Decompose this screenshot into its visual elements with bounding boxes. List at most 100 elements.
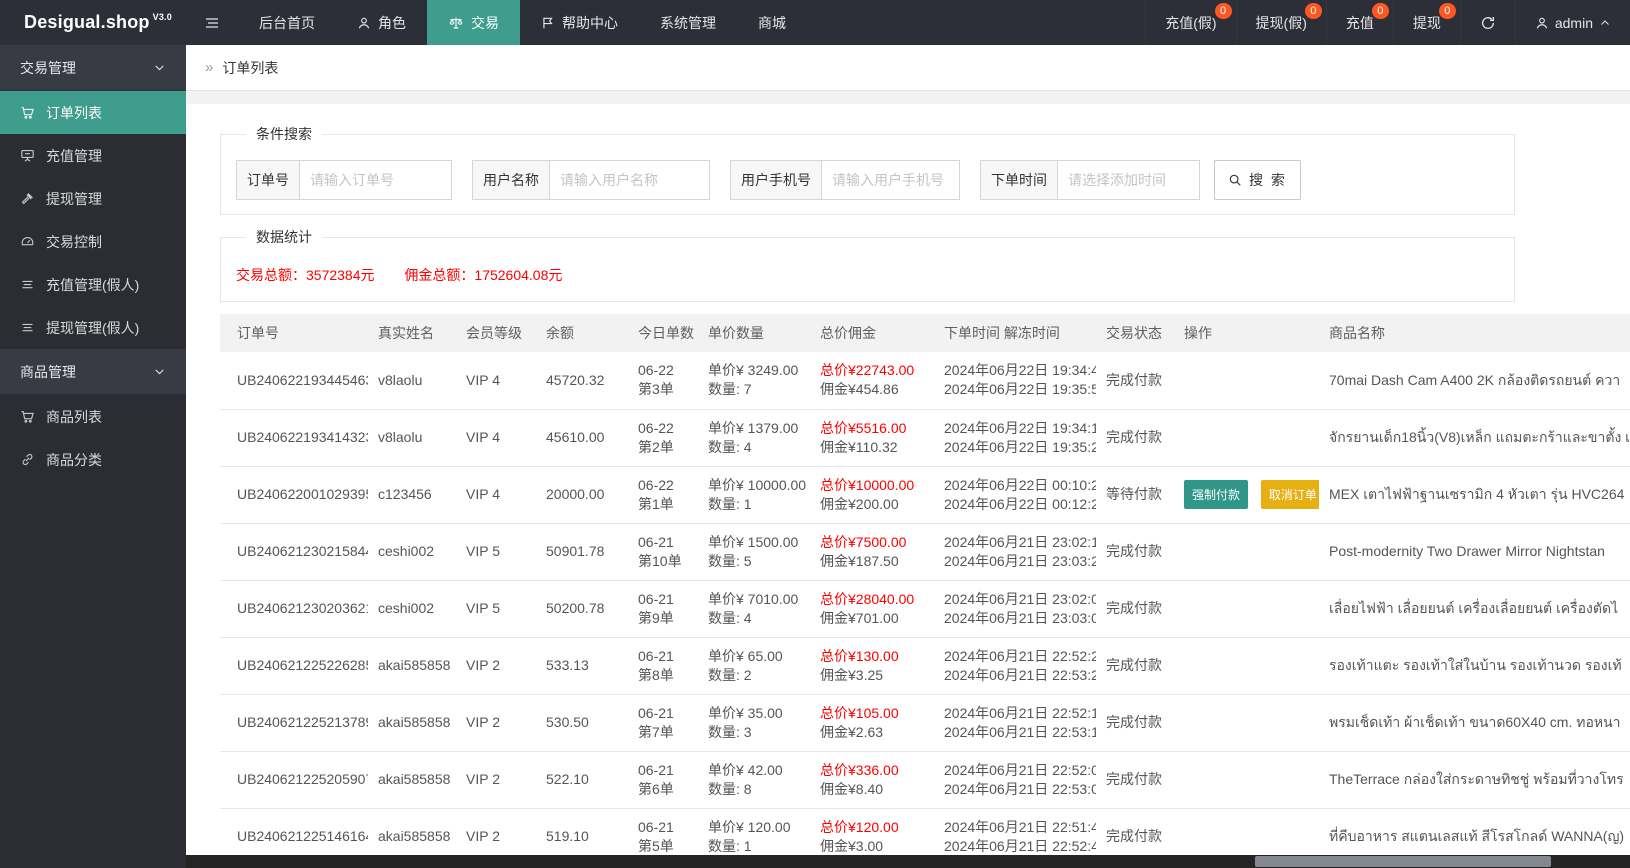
nav-item-roles[interactable]: 角色 xyxy=(336,0,427,45)
sidebar-item-product-category[interactable]: 商品分类 xyxy=(0,438,186,481)
cell-status: 完成付款 xyxy=(1096,751,1174,809)
cancel-order-button[interactable]: 取消订单 xyxy=(1260,480,1319,509)
order-no-input[interactable] xyxy=(300,160,452,200)
cell-product-name: TheTerrace กล่องใส่กระดาษทิชชู่ พร้อมที่… xyxy=(1319,751,1630,809)
table-row: UB2406212252137898 akai585858 VIP 2 530.… xyxy=(220,694,1630,752)
cell-real-name: ceshi002 xyxy=(368,580,456,638)
nav-item-withdraw[interactable]: 提现 0 xyxy=(1392,0,1460,45)
table-row: UB2406221934454633 v8laolu VIP 4 45720.3… xyxy=(220,352,1630,410)
table-row: UB2406212252059070 akai585858 VIP 2 522.… xyxy=(220,751,1630,809)
nav-item-withdraw-fake[interactable]: 提现(假) 0 xyxy=(1235,0,1326,45)
breadcrumb: » 订单列表 xyxy=(186,45,1630,91)
cell-product-name: พรมเช็ดเท้า ผ้าเช็ดเท้า ขนาด60X40 cm. ทอ… xyxy=(1319,694,1630,752)
cell-vip-level: VIP 4 xyxy=(456,466,536,524)
order-time-label: 下单时间 xyxy=(980,160,1058,200)
cell-status: 完成付款 xyxy=(1096,580,1174,638)
user-icon xyxy=(358,17,370,28)
sidebar-item-product-list[interactable]: 商品列表 xyxy=(0,395,186,438)
sidebar: 交易管理 订单列表 充值管理 提现管理 交易控制 充值管理(假人) 提现管理(假… xyxy=(0,45,186,868)
board-icon xyxy=(21,149,34,162)
app-logo-text: Desigual.shop xyxy=(24,12,150,32)
cell-actions xyxy=(1174,694,1319,752)
stats-fieldset: 数据统计 交易总额：3572384元 佣金总额：1752604.08元 xyxy=(220,227,1515,302)
search-button[interactable]: 搜 索 xyxy=(1214,160,1301,200)
cell-real-name: akai585858 xyxy=(368,637,456,695)
recharge-badge: 0 xyxy=(1371,3,1389,19)
cell-times: 2024年06月21日 22:52:26 2024年06月21日 22:53:2… xyxy=(934,637,1096,695)
cell-vip-level: VIP 2 xyxy=(456,637,536,695)
cell-times: 2024年06月21日 23:02:15 2024年06月21日 23:03:2… xyxy=(934,523,1096,581)
sidebar-item-order-list[interactable]: 订单列表 xyxy=(0,91,186,134)
chevron-down-icon xyxy=(155,369,164,375)
order-time-filter: 下单时间 xyxy=(980,160,1200,200)
sidebar-item-recharge-management[interactable]: 充值管理 xyxy=(0,134,186,177)
flag-icon xyxy=(543,17,553,28)
cell-today-orders: 06-21 第6单 xyxy=(628,751,698,809)
sidebar-group-product-management[interactable]: 商品管理 xyxy=(0,349,186,395)
sidebar-item-recharge-management-fake[interactable]: 充值管理(假人) xyxy=(0,263,186,306)
sidebar-item-trade-control[interactable]: 交易控制 xyxy=(0,220,186,263)
nav-item-mall[interactable]: 商城 xyxy=(737,0,807,45)
nav-item-system[interactable]: 系统管理 xyxy=(639,0,737,45)
stats-line: 交易总额：3572384元 佣金总额：1752604.08元 xyxy=(236,265,1499,287)
cell-balance: 45610.00 xyxy=(536,409,628,467)
scrollbar-thumb[interactable] xyxy=(1254,856,1551,867)
cell-total-commission: 总价¥130.00 佣金¥3.25 xyxy=(810,637,934,695)
header-actions: 操作 xyxy=(1174,314,1319,352)
cell-price-qty: 单价¥ 35.00 数量: 3 xyxy=(698,694,810,752)
hamburger-button[interactable] xyxy=(186,0,238,45)
refresh-button[interactable] xyxy=(1459,0,1515,45)
sidebar-group-trade-management[interactable]: 交易管理 xyxy=(0,45,186,91)
cell-order-no: UB2406212302158445 xyxy=(220,523,368,581)
username: admin xyxy=(1554,14,1593,31)
cell-total-commission: 总价¥105.00 佣金¥2.63 xyxy=(810,694,934,752)
order-time-input[interactable] xyxy=(1058,160,1200,200)
cell-real-name: akai585858 xyxy=(368,694,456,752)
user-name-input[interactable] xyxy=(550,160,710,200)
nav-item-recharge[interactable]: 充值 0 xyxy=(1325,0,1393,45)
cell-vip-level: VIP 4 xyxy=(456,352,536,410)
cell-total-commission: 总价¥28040.00 佣金¥701.00 xyxy=(810,580,934,638)
search-fieldset: 条件搜索 订单号 用户名称 用户手机号 下单时间 xyxy=(220,124,1515,215)
force-pay-button[interactable]: 强制付款 xyxy=(1184,480,1249,509)
user-name-label: 用户名称 xyxy=(472,160,550,200)
user-menu[interactable]: admin xyxy=(1514,0,1630,45)
cell-today-orders: 06-21 第7单 xyxy=(628,694,698,752)
content-divider xyxy=(186,91,1630,104)
search-row: 订单号 用户名称 用户手机号 下单时间 搜 索 xyxy=(236,160,1499,200)
table-row: UB2406212252262859 akai585858 VIP 2 533.… xyxy=(220,637,1630,695)
cell-balance: 533.13 xyxy=(536,637,628,695)
cell-total-commission: 总价¥22743.00 佣金¥454.86 xyxy=(810,352,934,410)
cell-real-name: c123456 xyxy=(368,466,456,524)
sidebar-item-withdraw-management-fake[interactable]: 提现管理(假人) xyxy=(0,306,186,349)
cell-times: 2024年06月22日 19:34:14 2024年06月22日 19:35:2… xyxy=(934,409,1096,467)
cell-total-commission: 总价¥7500.00 佣金¥187.50 xyxy=(810,523,934,581)
nav-item-trade[interactable]: 交易 xyxy=(427,0,520,45)
cell-today-orders: 06-21 第8单 xyxy=(628,637,698,695)
cell-status: 完成付款 xyxy=(1096,409,1174,467)
cell-today-orders: 06-22 第3单 xyxy=(628,352,698,410)
horizontal-scrollbar[interactable] xyxy=(186,855,1630,868)
cell-order-no: UB2406212252059070 xyxy=(220,751,368,809)
user-phone-input[interactable] xyxy=(822,160,960,200)
table-header-row: 订单号 真实姓名 会员等级 余额 今日单数 单价数量 总价佣金 下单时间 解冻时… xyxy=(220,314,1630,352)
cell-actions xyxy=(1174,409,1319,467)
nav-item-help-center[interactable]: 帮助中心 xyxy=(520,0,639,45)
table-row: UB2406212302158445 ceshi002 VIP 5 50901.… xyxy=(220,523,1630,581)
cell-today-orders: 06-22 第2单 xyxy=(628,409,698,467)
nav-item-home[interactable]: 后台首页 xyxy=(238,0,336,45)
cell-real-name: v8laolu xyxy=(368,409,456,467)
cart-icon xyxy=(21,410,34,423)
stats-legend: 数据统计 xyxy=(256,229,312,245)
sidebar-item-withdraw-management[interactable]: 提现管理 xyxy=(0,177,186,220)
order-no-label: 订单号 xyxy=(236,160,300,200)
main-content: » 订单列表 条件搜索 订单号 用户名称 用户手机号 xyxy=(186,0,1630,866)
cell-today-orders: 06-21 第10单 xyxy=(628,523,698,581)
cell-product-name: MEX เตาไฟฟ้าฐานเซรามิก 4 หัวเตา รุ่น HVC… xyxy=(1319,466,1630,524)
orders-table-body: UB2406221934454633 v8laolu VIP 4 45720.3… xyxy=(220,352,1630,866)
cell-actions xyxy=(1174,751,1319,809)
nav-item-recharge-fake[interactable]: 充值(假) 0 xyxy=(1145,0,1235,45)
cell-product-name: รองเท้าแตะ รองเท้าใส่ในบ้าน รองเท้านวด ร… xyxy=(1319,637,1630,695)
cell-product-name: 70mai Dash Cam A400 2K กล้องติดรถยนต์ คว… xyxy=(1319,352,1630,410)
cell-times: 2024年06月22日 19:34:45 2024年06月22日 19:35:5… xyxy=(934,352,1096,410)
